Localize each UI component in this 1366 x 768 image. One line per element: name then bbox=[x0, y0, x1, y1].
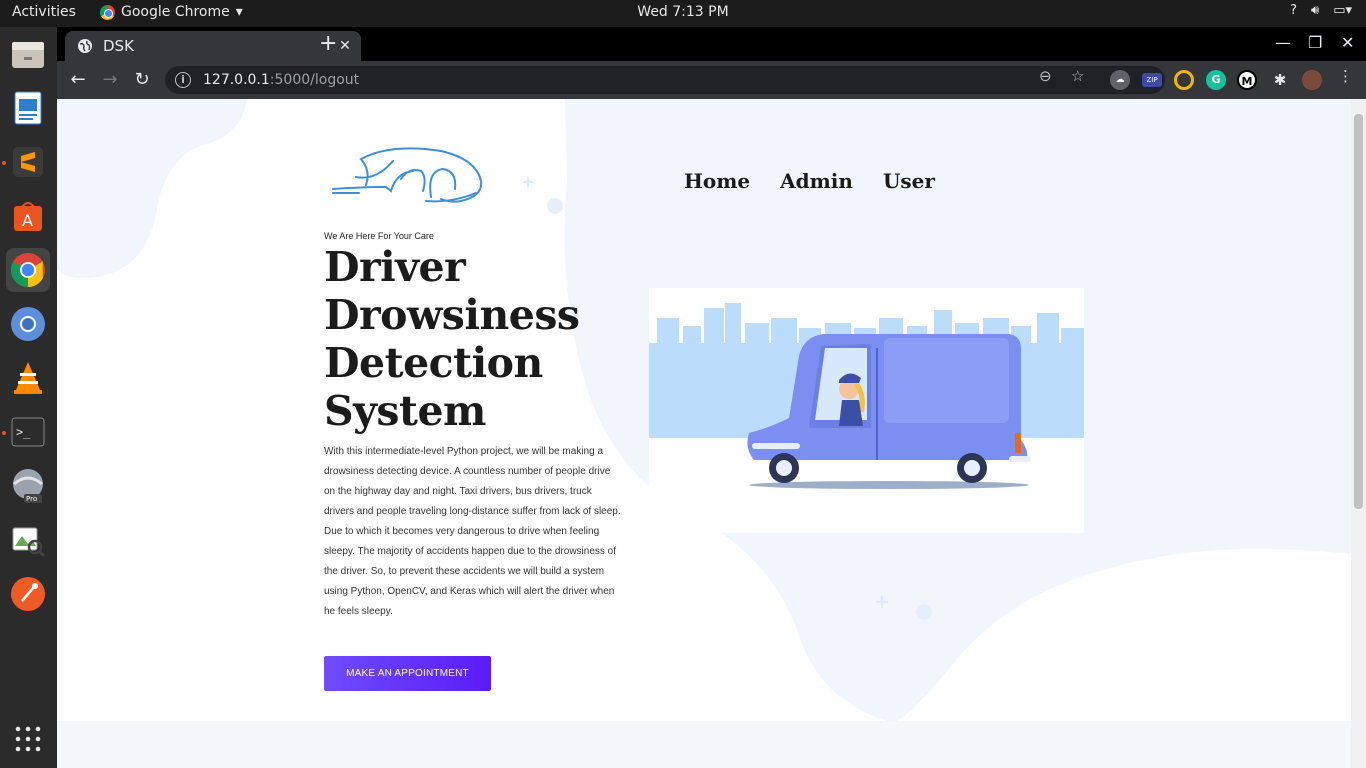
car-outline-icon bbox=[332, 147, 483, 203]
new-tab-button[interactable]: + bbox=[319, 31, 337, 56]
image-viewer-icon[interactable] bbox=[6, 518, 50, 562]
battery-icon[interactable]: ▭▾ bbox=[1333, 3, 1352, 18]
tab-strip: DSK ✕ + — ❐ ✕ bbox=[57, 27, 1366, 61]
browser-toolbar: ← → ↻ i 127.0.0.1:5000/logout ⊖ ☆ ☁ ZIP … bbox=[57, 61, 1366, 99]
svg-text:A: A bbox=[22, 211, 33, 230]
back-button[interactable]: ← bbox=[67, 69, 89, 91]
tab-close-icon[interactable]: ✕ bbox=[335, 38, 355, 54]
reload-button[interactable]: ↻ bbox=[131, 69, 153, 91]
forward-button[interactable]: → bbox=[99, 69, 121, 91]
page-title: Driver Drowsiness Detection System bbox=[324, 243, 580, 435]
chromium-icon[interactable] bbox=[6, 302, 50, 346]
chrome-icon bbox=[100, 4, 115, 20]
make-appointment-button[interactable]: MAKE AN APPOINTMENT bbox=[324, 656, 491, 691]
tab-dsk[interactable]: DSK ✕ bbox=[65, 31, 361, 61]
google-earth-icon[interactable]: Pro bbox=[6, 464, 50, 508]
hero-kicker: We Are Here For Your Care bbox=[324, 231, 434, 241]
chevron-down-icon: ▾ bbox=[235, 4, 243, 20]
url-path: :5000/logout bbox=[269, 72, 360, 88]
url-host: 127.0.0.1 bbox=[203, 72, 270, 88]
system-tray[interactable]: ? 🔊︎ ▭▾ bbox=[1290, 3, 1352, 18]
clock[interactable]: Wed 7:13 PM bbox=[637, 4, 728, 20]
writer-icon[interactable] bbox=[6, 86, 50, 130]
profile-avatar[interactable] bbox=[1302, 70, 1322, 90]
app-grid-icon[interactable] bbox=[6, 717, 50, 761]
car-logo[interactable] bbox=[331, 141, 491, 210]
nav-admin[interactable]: Admin bbox=[780, 169, 853, 193]
terminal-icon[interactable]: >_ bbox=[6, 410, 50, 454]
chrome-icon[interactable] bbox=[6, 248, 50, 292]
info-icon[interactable]: i bbox=[175, 72, 191, 88]
hero-description: With this intermediate-level Python proj… bbox=[324, 446, 621, 617]
software-center-icon[interactable]: A bbox=[6, 194, 50, 238]
volume-icon[interactable]: 🔊︎ bbox=[1311, 3, 1319, 18]
page-scrollbar[interactable] bbox=[1351, 99, 1366, 768]
help-icon[interactable]: ? bbox=[1290, 3, 1297, 18]
ring-icon[interactable] bbox=[1174, 70, 1194, 90]
vlc-icon[interactable] bbox=[6, 356, 50, 400]
close-window-button[interactable]: ✕ bbox=[1341, 33, 1354, 52]
svg-text:>_: >_ bbox=[16, 425, 31, 439]
files-icon[interactable] bbox=[6, 33, 50, 77]
van-illustration bbox=[649, 288, 1084, 533]
system-top-bar: Activities Google Chrome ▾ Wed 7:13 PM ?… bbox=[0, 0, 1366, 27]
nav-home[interactable]: Home bbox=[684, 169, 750, 193]
m-icon[interactable]: M bbox=[1237, 70, 1257, 90]
main-nav: Home Admin User bbox=[684, 169, 935, 193]
app-menu-label: Google Chrome bbox=[121, 4, 230, 20]
globe-icon bbox=[78, 39, 92, 53]
activities-button[interactable]: Activities bbox=[12, 4, 76, 20]
zip-icon[interactable]: ZIP bbox=[1142, 73, 1162, 87]
bookmark-star-icon[interactable]: ☆ bbox=[1071, 67, 1084, 85]
app-menu[interactable]: Google Chrome ▾ bbox=[100, 4, 243, 20]
sublime-icon[interactable] bbox=[6, 140, 50, 184]
puzzle-icon[interactable]: ✱ bbox=[1270, 70, 1290, 90]
postman-icon[interactable] bbox=[6, 572, 50, 616]
grammarly-icon[interactable]: G bbox=[1206, 70, 1226, 90]
delivery-van-icon bbox=[649, 303, 1084, 489]
scrollbar-thumb[interactable] bbox=[1354, 114, 1363, 509]
nav-user[interactable]: User bbox=[883, 169, 935, 193]
dock: A >_ Pro bbox=[0, 27, 57, 768]
address-bar[interactable]: i 127.0.0.1:5000/logout bbox=[165, 66, 1165, 94]
minimize-button[interactable]: — bbox=[1275, 33, 1291, 52]
next-section bbox=[57, 721, 1351, 768]
zoom-icon[interactable]: ⊖ bbox=[1039, 67, 1052, 85]
cloud-icon[interactable]: ☁ bbox=[1110, 70, 1130, 90]
tab-title: DSK bbox=[103, 37, 134, 55]
menu-kebab-icon[interactable]: ⋮ bbox=[1338, 67, 1353, 85]
svg-text:Pro: Pro bbox=[26, 495, 37, 503]
maximize-button[interactable]: ❐ bbox=[1308, 33, 1322, 52]
page-viewport: Home Admin User We Are Here For Your Car… bbox=[57, 99, 1351, 768]
